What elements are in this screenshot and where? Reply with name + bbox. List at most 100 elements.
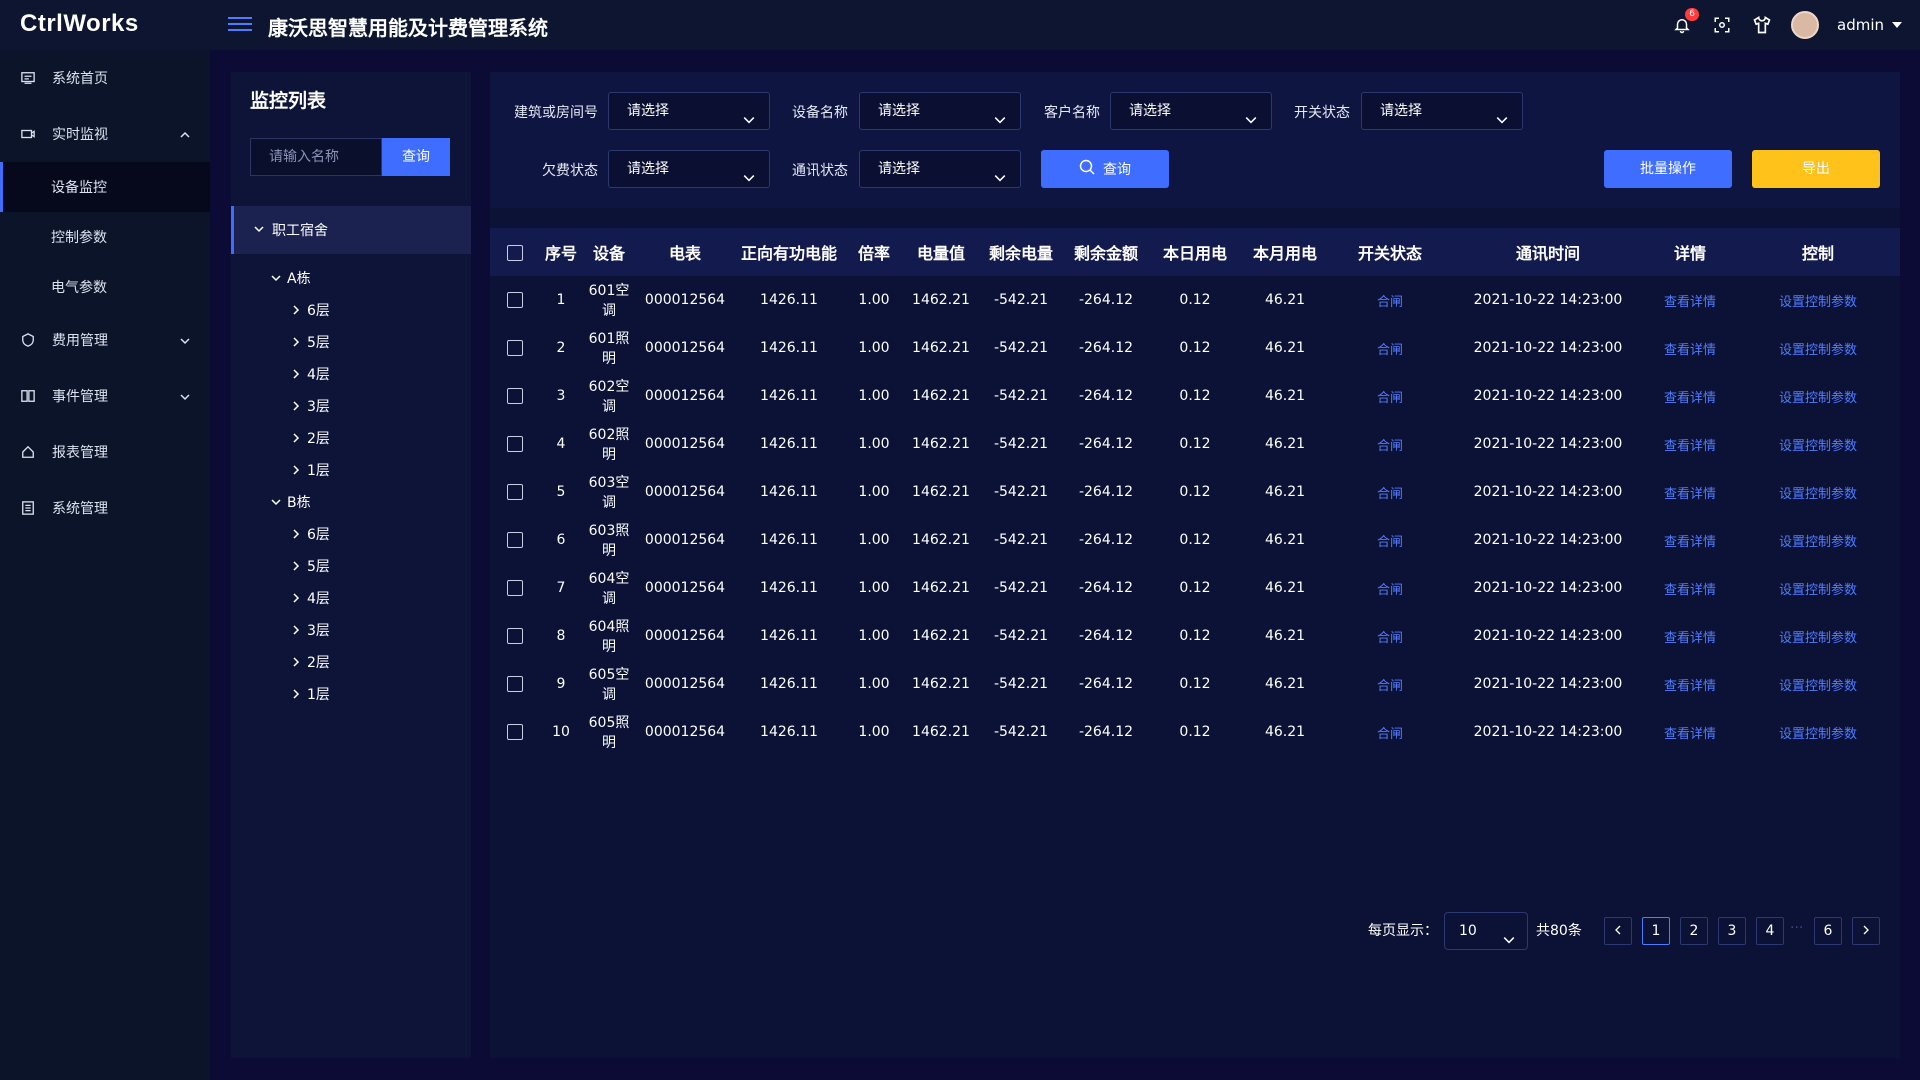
sidebar-item-system[interactable]: 系统管理 — [0, 480, 210, 536]
row-select-cell[interactable] — [490, 468, 540, 516]
row-select-cell[interactable] — [490, 612, 540, 660]
sidebar-item-events[interactable]: 事件管理 — [0, 368, 210, 424]
sidebar-item-billing[interactable]: 费用管理 — [0, 312, 210, 368]
detail-link[interactable]: 查看详情 — [1644, 324, 1736, 372]
control-link[interactable]: 设置控制参数 — [1736, 420, 1900, 468]
chevron-right-icon — [291, 369, 301, 379]
avatar[interactable] — [1791, 11, 1819, 39]
fullscreen-icon[interactable] — [1711, 14, 1733, 36]
detail-link[interactable]: 查看详情 — [1644, 420, 1736, 468]
row-select-cell[interactable] — [490, 324, 540, 372]
detail-link[interactable]: 查看详情 — [1644, 708, 1736, 756]
table-cell: 605空调 — [588, 667, 630, 703]
table-cell: 2021-10-22 14:23:00 — [1473, 628, 1623, 644]
control-link[interactable]: 设置控制参数 — [1736, 276, 1900, 324]
row-checkbox[interactable] — [507, 388, 523, 404]
page-button-1[interactable]: 1 — [1642, 917, 1670, 945]
chevron-down-icon — [180, 334, 190, 350]
user-name[interactable]: admin — [1837, 16, 1884, 34]
row-select-cell[interactable] — [490, 420, 540, 468]
row-checkbox[interactable] — [507, 532, 523, 548]
prev-page-button[interactable] — [1604, 917, 1632, 945]
row-select-cell[interactable] — [490, 660, 540, 708]
sidebar-item-realtime[interactable]: 实时监视 — [0, 106, 210, 162]
page-button-2[interactable]: 2 — [1680, 917, 1708, 945]
table-cell: 604空调 — [588, 571, 630, 607]
detail-link[interactable]: 查看详情 — [1644, 468, 1736, 516]
select-all-checkbox[interactable] — [507, 245, 523, 261]
row-select-cell[interactable] — [490, 516, 540, 564]
page-button-3[interactable]: 3 — [1718, 917, 1746, 945]
control-link[interactable]: 设置控制参数 — [1736, 372, 1900, 420]
search-button[interactable]: 查询 — [1041, 150, 1169, 188]
page-button-4[interactable]: 4 — [1756, 917, 1784, 945]
theme-shirt-icon[interactable] — [1751, 14, 1773, 36]
row-checkbox[interactable] — [507, 676, 523, 692]
sidebar-item-home[interactable]: 系统首页 — [0, 50, 210, 106]
row-checkbox[interactable] — [507, 580, 523, 596]
tree-floor-node[interactable]: 1层 — [291, 684, 330, 704]
row-select-cell[interactable] — [490, 276, 540, 324]
tree-search-button[interactable]: 查询 — [382, 138, 450, 176]
tree-building-node[interactable]: A栋 — [271, 268, 311, 288]
row-checkbox[interactable] — [507, 484, 523, 500]
detail-link[interactable]: 查看详情 — [1644, 372, 1736, 420]
tree-floor-node[interactable]: 2层 — [291, 428, 330, 448]
select-all-cell[interactable] — [490, 228, 540, 276]
row-select-cell[interactable] — [490, 708, 540, 756]
building-select[interactable]: 请选择 — [608, 92, 770, 130]
control-link[interactable]: 设置控制参数 — [1736, 468, 1900, 516]
control-link[interactable]: 设置控制参数 — [1736, 708, 1900, 756]
row-checkbox[interactable] — [507, 436, 523, 452]
control-link[interactable]: 设置控制参数 — [1736, 516, 1900, 564]
tree-floor-node[interactable]: 6层 — [291, 524, 330, 544]
sidebar-subitem-electrical-params[interactable]: 电气参数 — [0, 262, 210, 312]
detail-link[interactable]: 查看详情 — [1644, 564, 1736, 612]
bell-icon[interactable]: 6 — [1671, 8, 1699, 36]
tree-search-input[interactable]: 请输入名称 — [250, 138, 382, 176]
tree-floor-node[interactable]: 2层 — [291, 652, 330, 672]
detail-link[interactable]: 查看详情 — [1644, 516, 1736, 564]
control-link[interactable]: 设置控制参数 — [1736, 564, 1900, 612]
page-button-6[interactable]: 6 — [1814, 917, 1842, 945]
tree-root-node[interactable]: 职工宿舍 — [231, 206, 471, 254]
row-checkbox[interactable] — [507, 724, 523, 740]
tree-floor-node[interactable]: 1层 — [291, 460, 330, 480]
header-cell: 电量值 — [916, 244, 965, 263]
tree-floor-node[interactable]: 3层 — [291, 620, 330, 640]
tree-floor-node[interactable]: 4层 — [291, 364, 330, 384]
tree-floor-node[interactable]: 5层 — [291, 556, 330, 576]
tree-floor-node[interactable]: 4层 — [291, 588, 330, 608]
next-page-button[interactable] — [1852, 917, 1880, 945]
user-caret-icon[interactable] — [1892, 22, 1902, 28]
batch-operation-button[interactable]: 批量操作 — [1604, 150, 1732, 188]
detail-link[interactable]: 查看详情 — [1644, 660, 1736, 708]
arrears-select[interactable]: 请选择 — [608, 150, 770, 188]
row-checkbox[interactable] — [507, 628, 523, 644]
per-page-select[interactable]: 10 — [1444, 912, 1528, 950]
sidebar-subitem-control-params[interactable]: 控制参数 — [0, 212, 210, 262]
menu-toggle-icon[interactable] — [228, 13, 252, 35]
tree-building-node[interactable]: B栋 — [271, 492, 311, 512]
table-cell: 0.12 — [1179, 628, 1211, 644]
control-link[interactable]: 设置控制参数 — [1736, 324, 1900, 372]
tree-floor-node[interactable]: 5层 — [291, 332, 330, 352]
device-select[interactable]: 请选择 — [859, 92, 1021, 130]
control-link[interactable]: 设置控制参数 — [1736, 612, 1900, 660]
row-checkbox[interactable] — [507, 292, 523, 308]
row-select-cell[interactable] — [490, 564, 540, 612]
tree-floor-node[interactable]: 3层 — [291, 396, 330, 416]
tree-floor-node[interactable]: 6层 — [291, 300, 330, 320]
control-link[interactable]: 设置控制参数 — [1736, 660, 1900, 708]
comm-select[interactable]: 请选择 — [859, 150, 1021, 188]
detail-link[interactable]: 查看详情 — [1644, 276, 1736, 324]
row-checkbox[interactable] — [507, 340, 523, 356]
detail-link[interactable]: 查看详情 — [1644, 612, 1736, 660]
sidebar-subitem-device-monitor[interactable]: 设备监控 — [0, 162, 210, 212]
sidebar-item-reports[interactable]: 报表管理 — [0, 424, 210, 480]
customer-select[interactable]: 请选择 — [1110, 92, 1272, 130]
row-select-cell[interactable] — [490, 372, 540, 420]
export-button[interactable]: 导出 — [1752, 150, 1880, 188]
header-cell: 通讯时间 — [1515, 244, 1580, 263]
switch-select[interactable]: 请选择 — [1361, 92, 1523, 130]
